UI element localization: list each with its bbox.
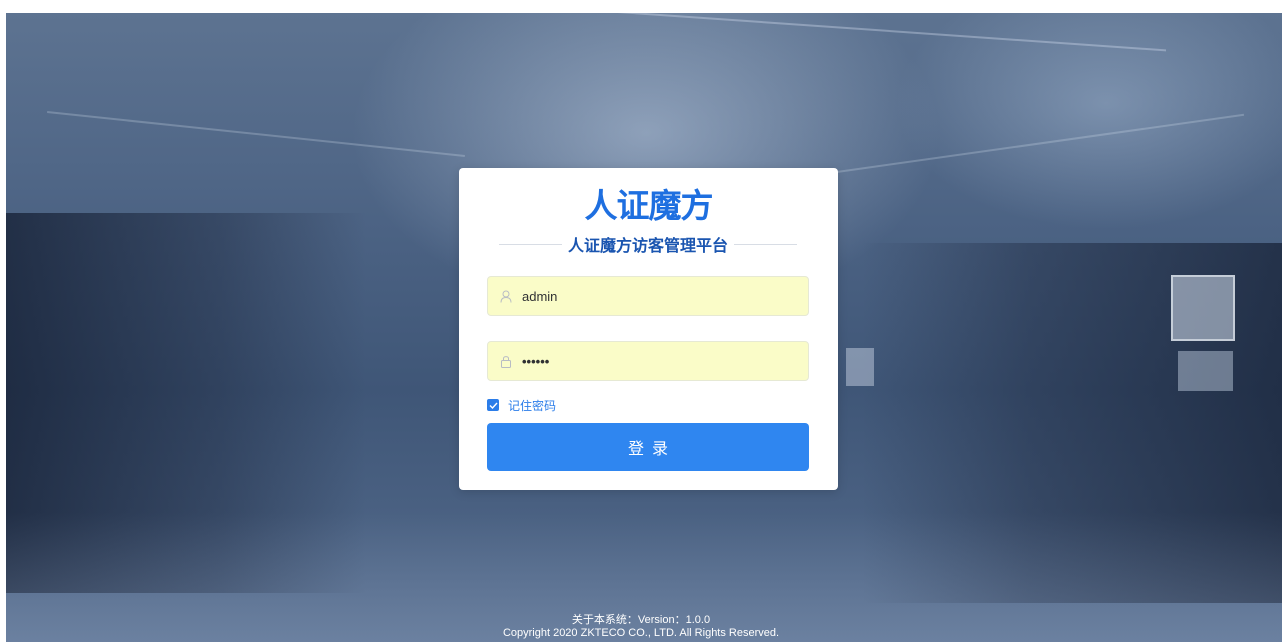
remember-checkbox[interactable] — [487, 399, 499, 411]
lock-icon — [499, 354, 513, 368]
remember-label: 记住密码 — [508, 398, 557, 413]
subtitle-row: 人证魔方访客管理平台 — [499, 230, 798, 258]
user-icon — [499, 289, 513, 303]
divider — [734, 243, 798, 245]
login-card: 人证魔方 人证魔方访客管理平台 admin •••••• 记住密码 登录 — [459, 168, 838, 490]
footer-copyright: Copyright 2020 ZKTECO CO., LTD. All Righ… — [502, 627, 780, 639]
username-value: admin — [522, 288, 558, 304]
footer-version: 关于本系统：Version：1.0.0 — [571, 614, 711, 626]
remember-password[interactable]: 记住密码 — [487, 397, 556, 413]
username-field[interactable]: admin — [487, 276, 809, 316]
login-button[interactable]: 登录 — [487, 423, 809, 471]
platform-title: 人证魔方访客管理平台 — [568, 238, 729, 255]
check-icon — [489, 402, 498, 409]
password-field[interactable]: •••••• — [487, 341, 809, 381]
divider — [499, 243, 562, 245]
brand-logo: 人证魔方 — [584, 187, 714, 224]
password-value: •••••• — [522, 353, 550, 369]
